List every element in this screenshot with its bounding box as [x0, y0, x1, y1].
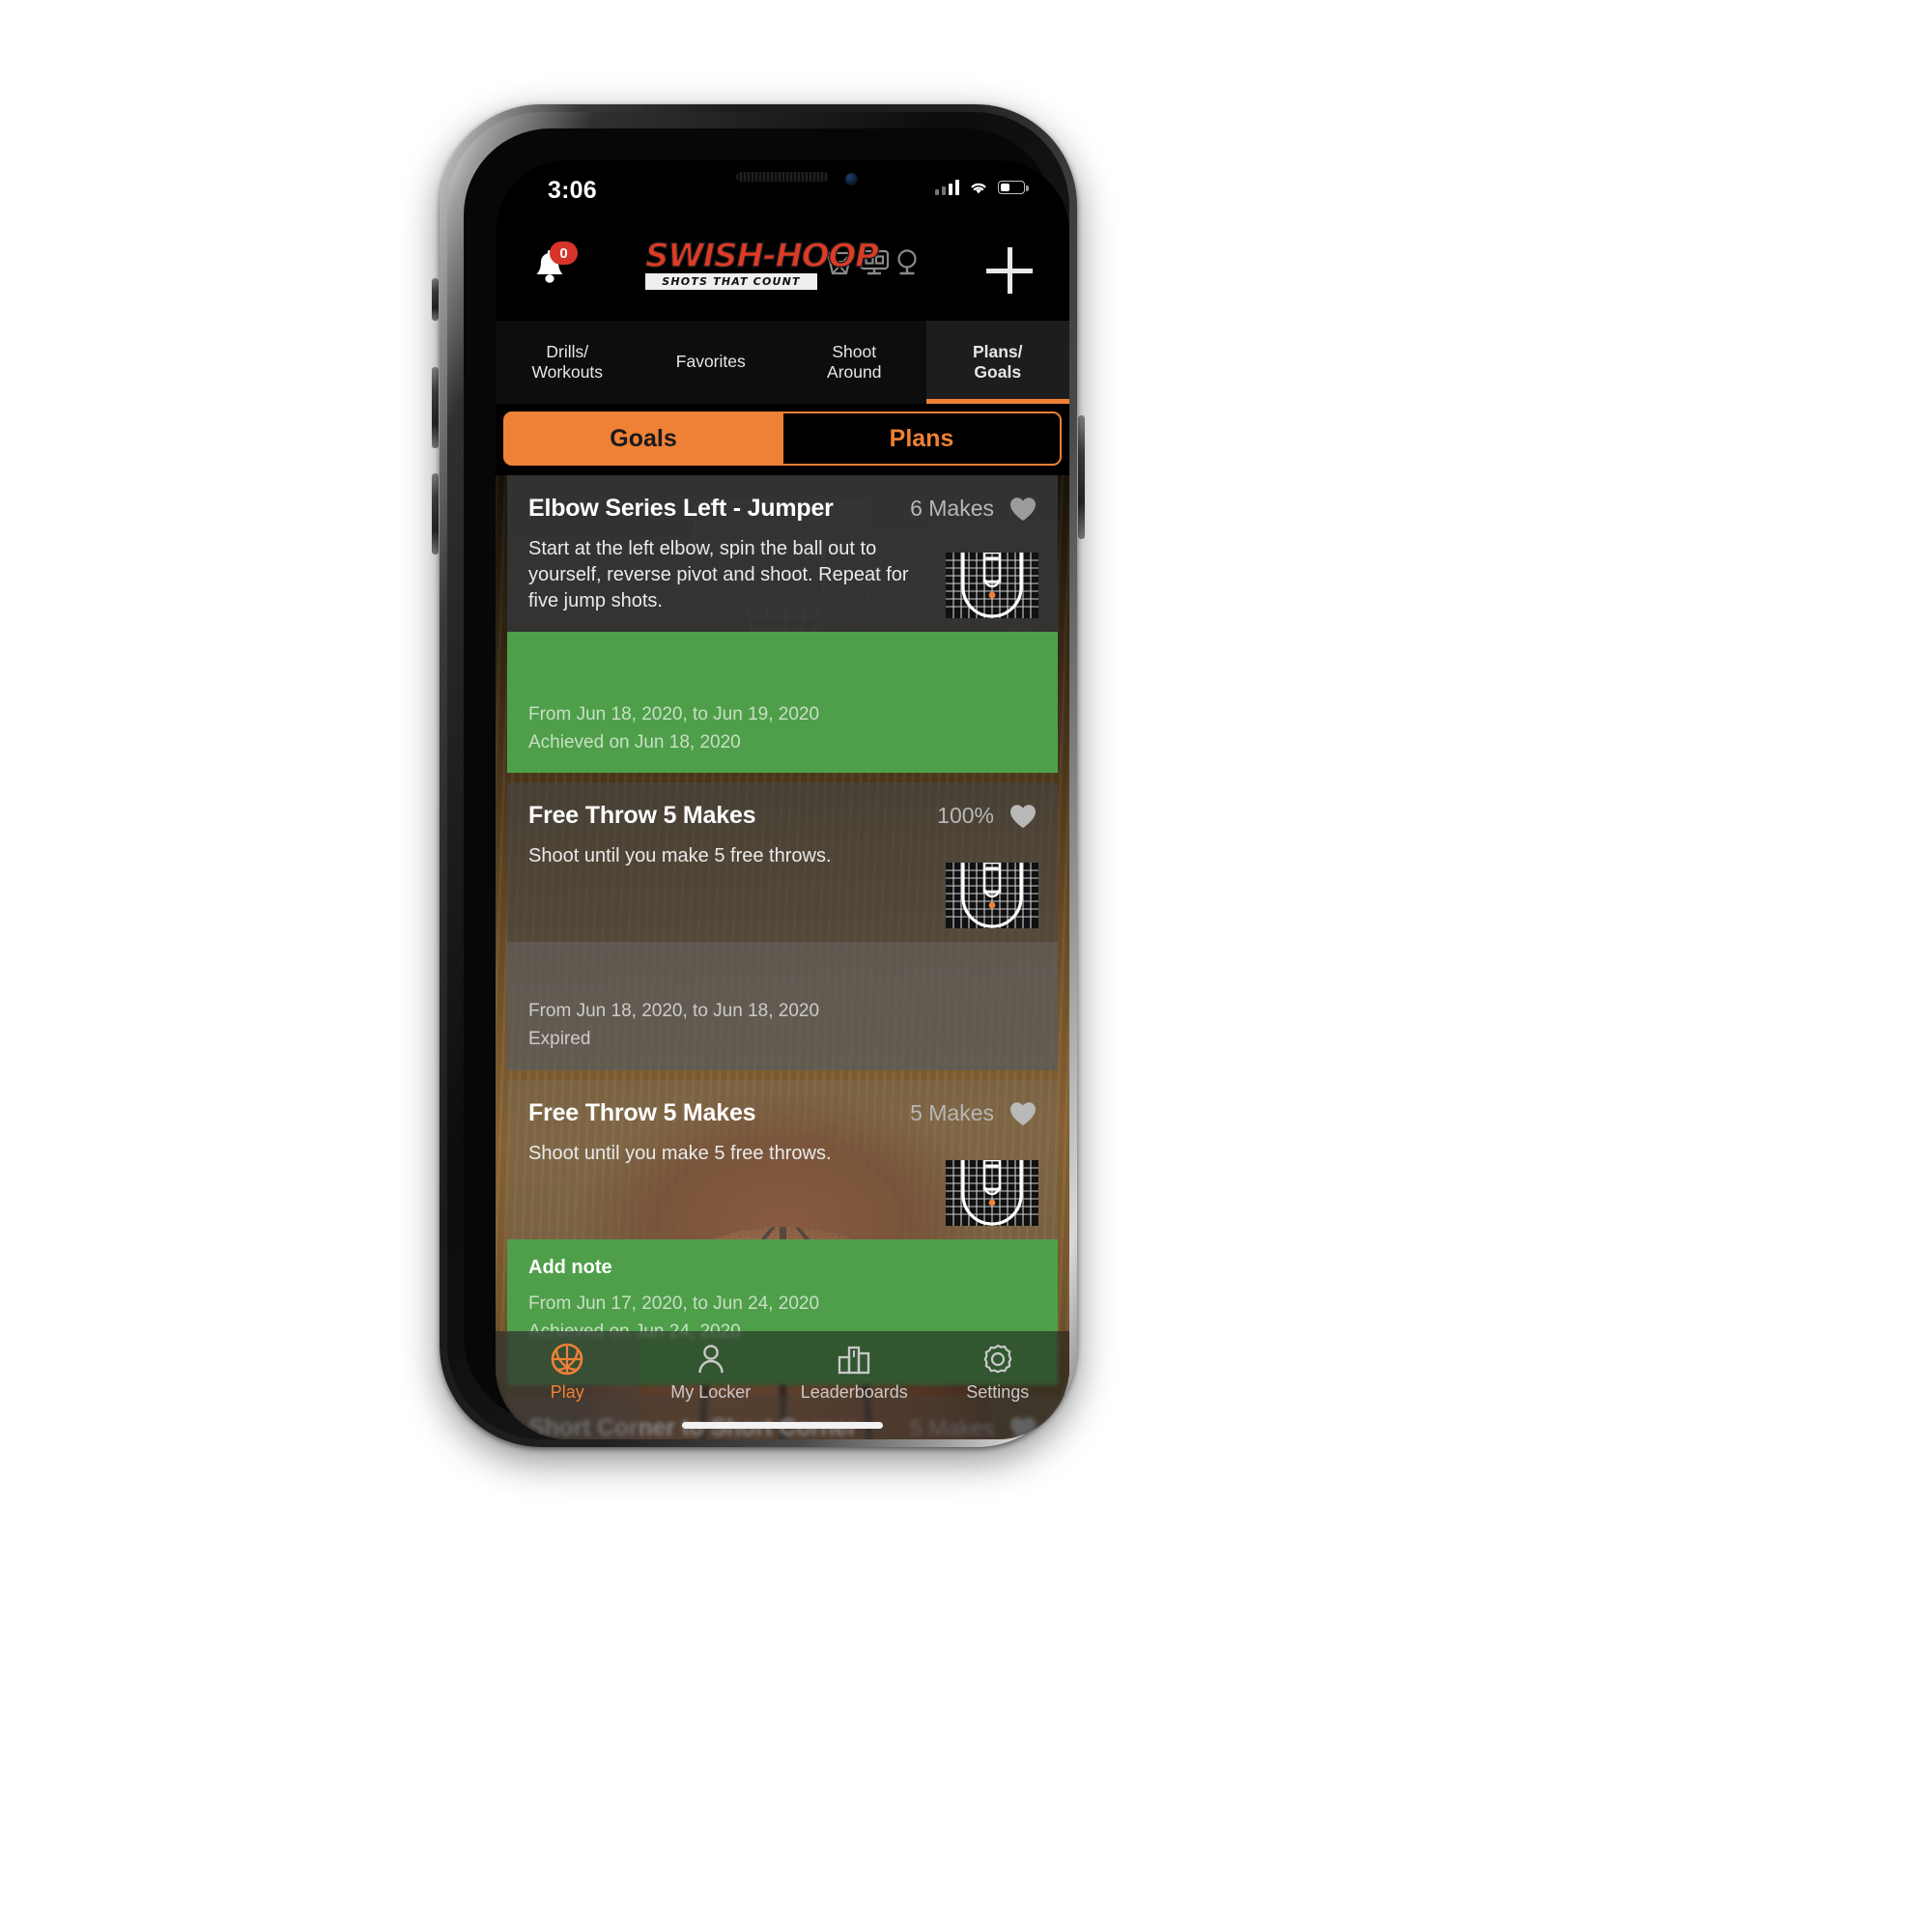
- power-button[interactable]: [1078, 415, 1085, 539]
- basketball-icon: [551, 1343, 583, 1376]
- goal-date-range: From Jun 18, 2020, to Jun 19, 2020: [528, 704, 820, 724]
- goals-list[interactable]: Elbow Series Left - Jumper 6 Makes Start…: [496, 475, 1069, 1439]
- tab-label-line2: Workouts: [531, 362, 604, 382]
- segment-goals[interactable]: Goals: [503, 412, 783, 466]
- goal-title-row: Free Throw 5 Makes 100%: [528, 802, 1037, 830]
- logo-wordmark: SWISH-HOOP SHOTS THAT COUNT: [644, 237, 880, 290]
- goal-card-footer: From Jun 18, 2020, to Jun 19, 2020 Achie…: [507, 632, 1058, 773]
- heart-icon[interactable]: [1009, 497, 1037, 522]
- wifi-icon: [971, 183, 986, 194]
- goal-title-row: Elbow Series Left - Jumper 6 Makes: [528, 495, 1037, 523]
- goal-metric: 100%: [937, 803, 994, 828]
- goal-title: Free Throw 5 Makes: [528, 802, 756, 829]
- tab-shoot-around[interactable]: Shoot Around: [782, 321, 926, 404]
- top-tab-bar: Drills/Workouts Favorites Shoot Around Pl…: [496, 321, 1069, 404]
- add-goal-button[interactable]: [982, 243, 1037, 298]
- court-diagram-icon: [946, 863, 1038, 928]
- goal-card-header: Free Throw 5 Makes 100% Shoot until you …: [507, 782, 1058, 942]
- goal-card-header: Free Throw 5 Makes 5 Makes Shoot until y…: [507, 1080, 1058, 1239]
- goal-title: Elbow Series Left - Jumper: [528, 495, 834, 522]
- add-note-link[interactable]: Add note: [528, 1257, 1037, 1279]
- tab-label-line1: Plans/: [972, 341, 1023, 361]
- tab-label-line2: Goals: [974, 362, 1022, 382]
- goal-cards-container: Elbow Series Left - Jumper 6 Makes Start…: [496, 475, 1069, 1439]
- nav-item-settings[interactable]: Settings: [926, 1331, 1070, 1439]
- court-diagram-icon: [946, 553, 1038, 618]
- phone-bezel: 3:06 0 SWISH-HOOP SHOTS THAT COUNT Drill…: [464, 128, 1069, 1439]
- earpiece-speaker: [736, 172, 829, 182]
- ball-stand-icon: [897, 249, 917, 274]
- nav-label: Settings: [966, 1382, 1030, 1402]
- tab-drills-workouts[interactable]: Drills/Workouts: [496, 321, 639, 404]
- device-notch: [670, 160, 895, 201]
- goals-plans-segmented-control: Goals Plans: [496, 404, 1069, 475]
- goal-title: Free Throw 5 Makes: [528, 1099, 756, 1126]
- nav-item-play[interactable]: Play: [496, 1331, 639, 1439]
- phone-frame: 3:06 0 SWISH-HOOP SHOTS THAT COUNT Drill…: [440, 104, 1077, 1447]
- front-camera: [845, 173, 858, 185]
- goal-card-footer: From Jun 18, 2020, to Jun 18, 2020 Expir…: [507, 942, 1058, 1070]
- gear-icon: [983, 1344, 1012, 1374]
- goal-date-range: From Jun 18, 2020, to Jun 18, 2020: [528, 1001, 820, 1021]
- goal-status: Expired: [528, 1028, 591, 1049]
- app-logo: SWISH-HOOP SHOTS THAT COUNT: [644, 237, 920, 290]
- logo-tagline: SHOTS THAT COUNT: [645, 273, 817, 290]
- phone-frame-inner-bezel: 3:06 0 SWISH-HOOP SHOTS THAT COUNT Drill…: [447, 112, 1069, 1439]
- nav-label: Leaderboards: [800, 1382, 908, 1402]
- status-clock: 3:06: [548, 177, 597, 204]
- person-icon: [698, 1345, 724, 1374]
- tab-label-line1: Drills/: [546, 341, 589, 361]
- podium-icon: [838, 1346, 870, 1375]
- court-diagram-icon: [946, 1160, 1038, 1226]
- heart-icon[interactable]: [1009, 1101, 1037, 1126]
- goal-card[interactable]: Free Throw 5 Makes 100% Shoot until you …: [507, 782, 1058, 1070]
- home-indicator[interactable]: [682, 1422, 883, 1429]
- silent-switch[interactable]: [432, 278, 439, 321]
- goal-title-row: Free Throw 5 Makes 5 Makes: [528, 1099, 1037, 1127]
- tab-label-line2: Around: [827, 362, 882, 382]
- tab-favorites[interactable]: Favorites: [639, 321, 782, 404]
- nav-label: My Locker: [670, 1382, 752, 1402]
- tab-plans-goals[interactable]: Plans/Goals: [925, 321, 1069, 404]
- tab-label-line1: Shoot: [832, 341, 877, 361]
- volume-up-button[interactable]: [432, 367, 439, 448]
- goal-card[interactable]: Elbow Series Left - Jumper 6 Makes Start…: [507, 475, 1058, 773]
- goal-metric: 5 Makes: [910, 1100, 994, 1125]
- status-indicators: [934, 180, 1029, 195]
- goal-card-header: Elbow Series Left - Jumper 6 Makes Start…: [507, 475, 1058, 632]
- screenshot-canvas: 3:06 0 SWISH-HOOP SHOTS THAT COUNT Drill…: [0, 0, 1932, 1932]
- goal-status: Achieved on Jun 18, 2020: [528, 731, 741, 753]
- volume-down-button[interactable]: [432, 473, 439, 554]
- notifications-button[interactable]: 0: [526, 242, 584, 298]
- battery-icon: [998, 181, 1029, 194]
- goal-date-range: From Jun 17, 2020, to Jun 24, 2020: [528, 1293, 820, 1314]
- notification-badge: 0: [550, 242, 578, 265]
- goal-metric: 6 Makes: [910, 496, 994, 521]
- app-header: 0 SWISH-HOOP SHOTS THAT COUNT: [496, 220, 1069, 321]
- cellular-signal-icon: [934, 180, 959, 195]
- nav-label: Play: [550, 1382, 584, 1402]
- segment-plans[interactable]: Plans: [783, 412, 1062, 466]
- phone-screen: 3:06 0 SWISH-HOOP SHOTS THAT COUNT Drill…: [496, 160, 1069, 1439]
- logo-word: SWISH-HOOP: [644, 237, 879, 275]
- heart-icon[interactable]: [1009, 804, 1037, 829]
- tab-label: Favorites: [675, 352, 746, 372]
